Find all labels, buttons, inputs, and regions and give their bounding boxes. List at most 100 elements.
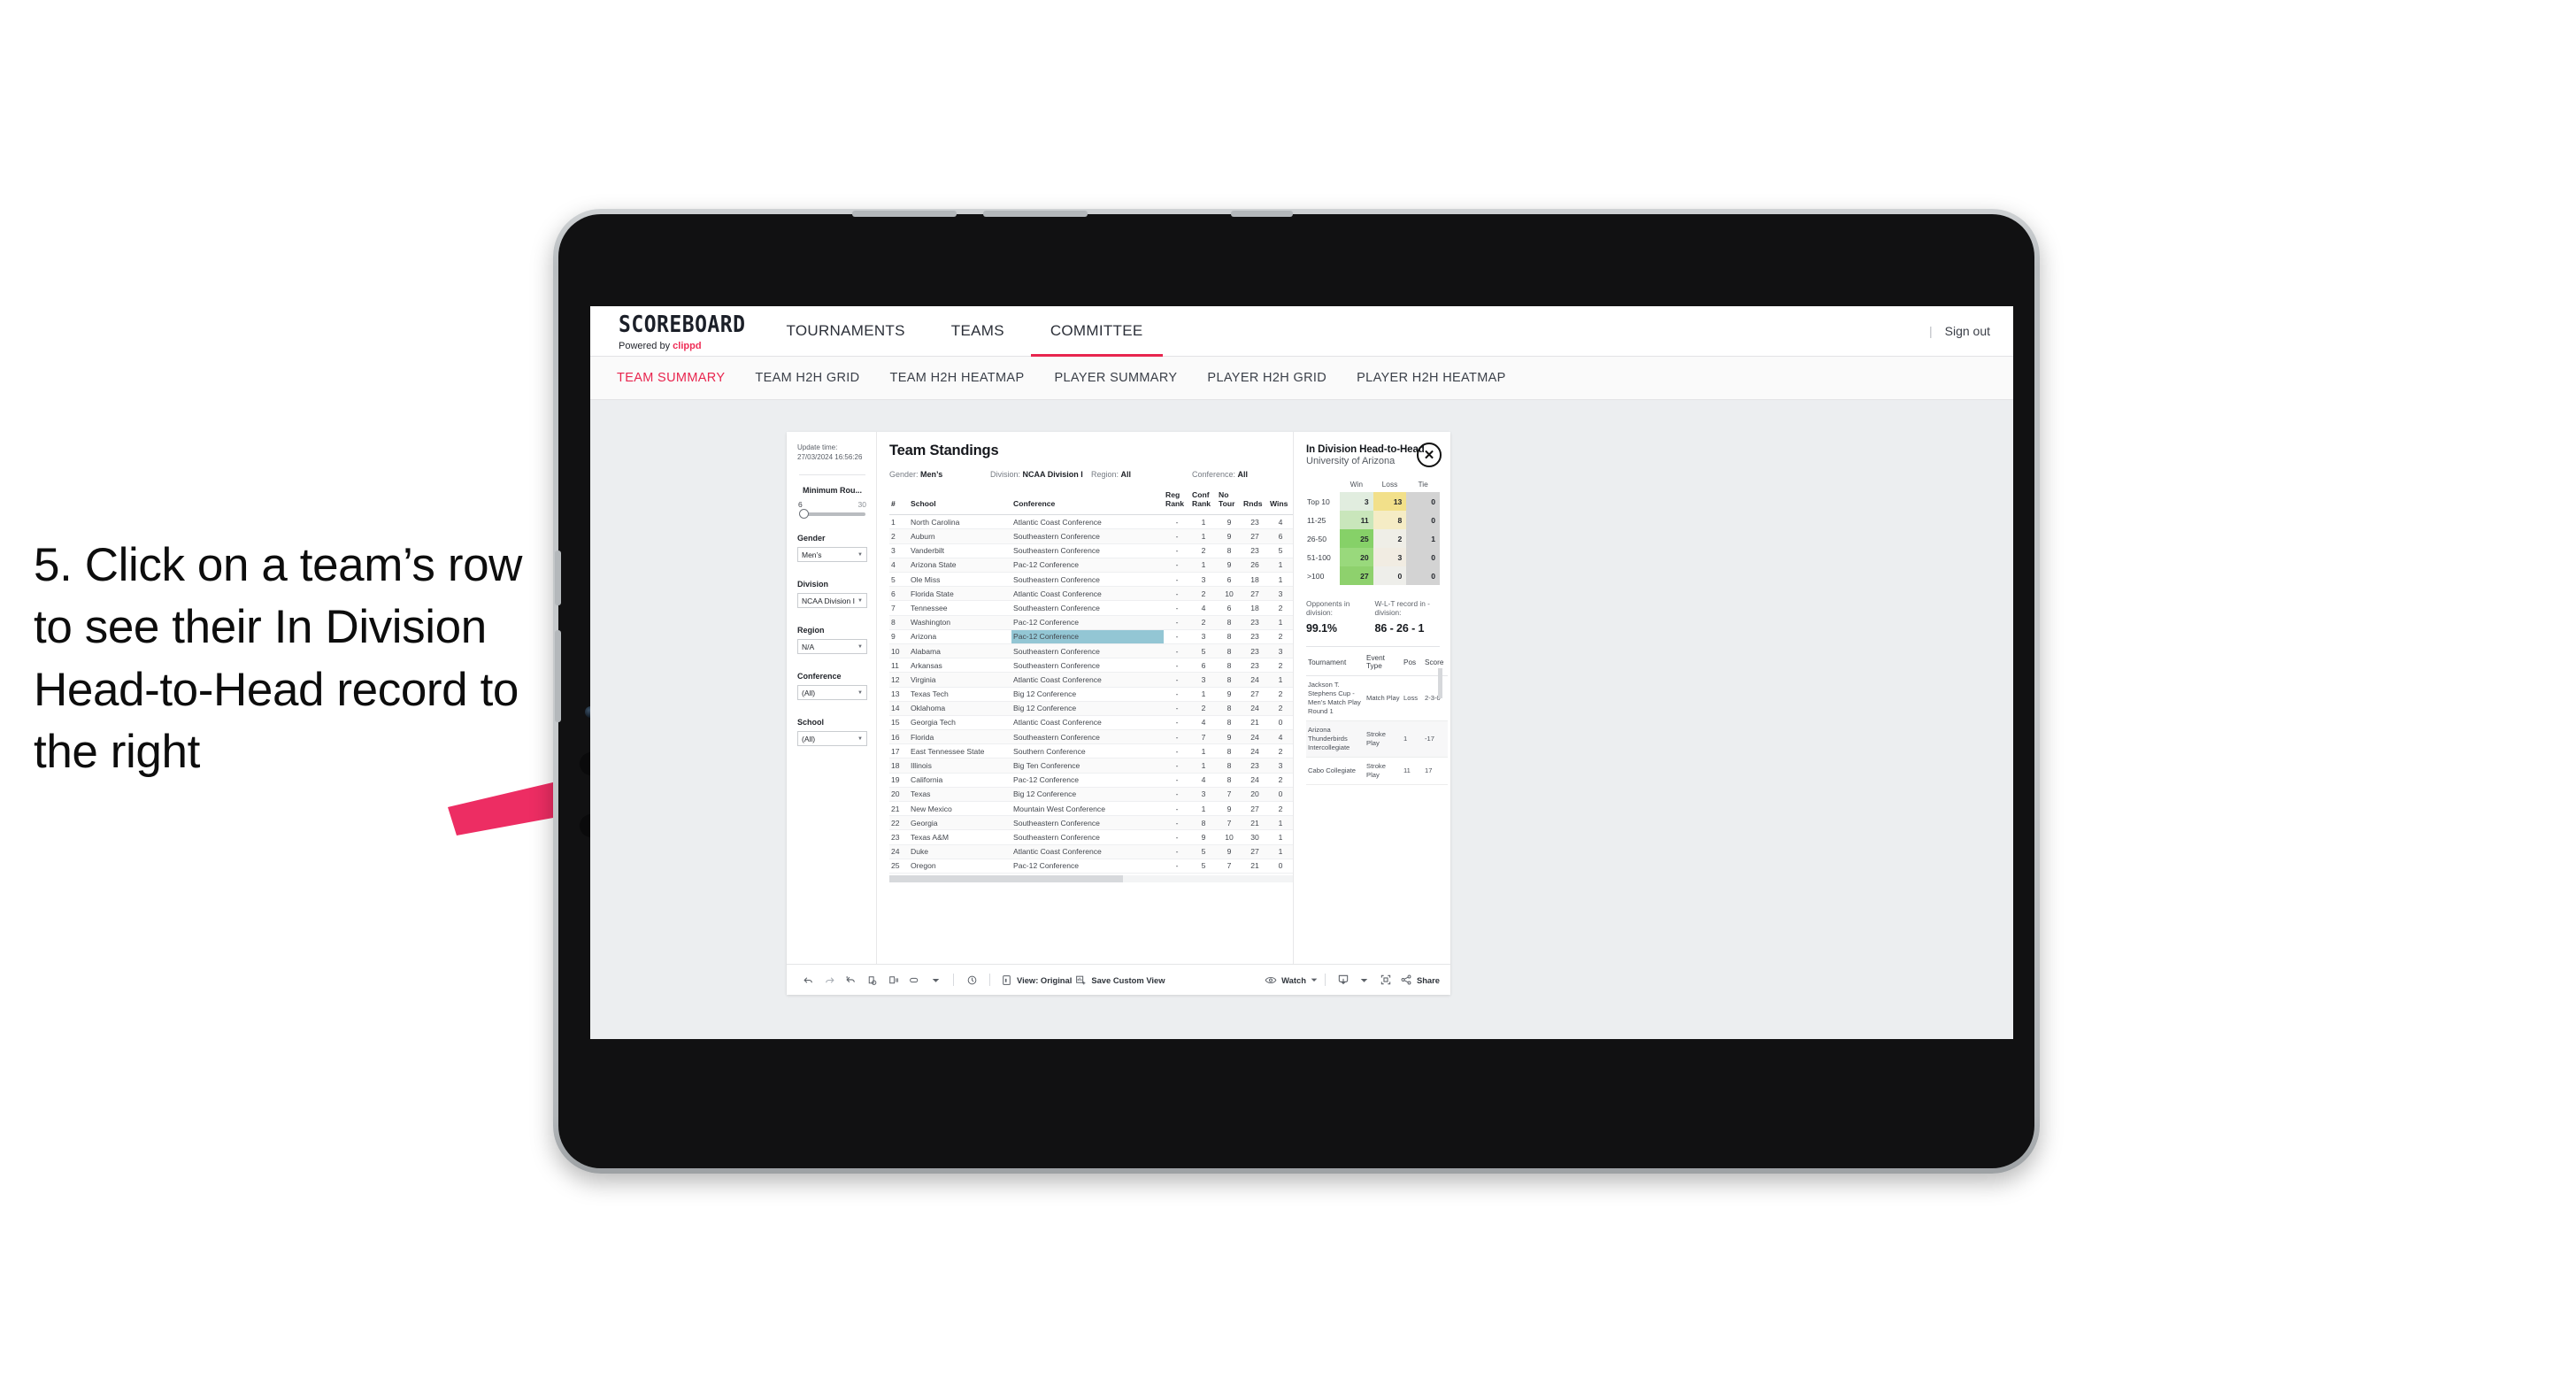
brand-logo[interactable]: SCOREBOARD Powered by clippd [590,306,763,356]
standings-horizontal-scrollbar[interactable] [889,874,1293,882]
heatmap-cell-tie[interactable]: 0 [1406,492,1440,511]
heatmap-cell-loss[interactable]: 2 [1373,529,1407,548]
undo-icon[interactable] [797,974,819,986]
division-select[interactable]: NCAA Division I ▼ [797,593,867,609]
table-row[interactable]: 6 Florida State Atlantic Coast Conference -… [889,586,1293,602]
table-row[interactable]: 13 Texas Tech Big 12 Conference -1 9 27 2 [889,687,1293,702]
watch-button[interactable]: Watch [1265,974,1318,986]
list-item[interactable]: Arizona Thunderbirds Intercollegiate Stro… [1306,720,1448,758]
col-reg-rank[interactable]: Reg Rank [1164,489,1190,516]
school-select[interactable]: (All) ▼ [797,731,867,747]
row-no-tour: 9 [1217,844,1242,859]
col-conf-rank[interactable]: Conf Rank [1190,489,1217,516]
table-row[interactable]: 19 California Pac-12 Conference -4 8 24 2 [889,773,1293,788]
table-row[interactable]: 1 North Carolina Atlantic Coast Conference… [889,514,1293,530]
row-rnds: 24 [1242,729,1268,745]
heatmap-cell-loss[interactable]: 0 [1373,566,1407,585]
row-conf-rank: 1 [1190,758,1217,774]
gender-select[interactable]: Men’s ▼ [797,547,867,563]
min-rounds-slider[interactable] [799,509,865,520]
save-custom-view-button[interactable]: Save Custom View [1075,974,1165,986]
min-rounds-slider-handle[interactable] [799,509,809,520]
revert-icon[interactable] [840,974,861,986]
table-row[interactable]: 23 Texas A&M Southeastern Conference -9 10 30… [889,829,1293,845]
heatmap-cell-tie[interactable]: 1 [1406,529,1440,548]
heatmap-cell-win[interactable]: 27 [1340,566,1373,585]
row-conf-rank: 6 [1190,658,1217,674]
col-school[interactable]: School [909,489,1011,516]
heatmap-cell-win[interactable]: 11 [1340,511,1373,529]
row-wins: 1 [1268,572,1293,588]
conference-select[interactable]: (All) ▼ [797,685,867,701]
summary-region: Region: All [1091,470,1192,479]
download-icon[interactable] [1333,974,1354,986]
col-no-tour[interactable]: No Tour [1217,489,1242,516]
heatmap-cell-loss[interactable]: 8 [1373,511,1407,529]
table-row[interactable]: 14 Oklahoma Big 12 Conference -2 8 24 2 [889,701,1293,716]
chevron-down-icon[interactable] [925,976,946,984]
tab-player-h2h-grid[interactable]: PLAYER H2H GRID [1207,371,1326,385]
chevron-down-icon[interactable] [1354,976,1375,984]
row-rnds: 18 [1242,572,1268,588]
table-row[interactable]: 4 Arizona State Pac-12 Conference -1 9 26 1 [889,558,1293,574]
heatmap-cell-tie[interactable]: 0 [1406,548,1440,566]
tab-player-summary[interactable]: PLAYER SUMMARY [1054,371,1177,385]
refresh-data-icon[interactable] [861,974,882,986]
table-row[interactable]: 16 Florida Southeastern Conference -7 9 24 4 [889,729,1293,745]
heatmap-cell-win[interactable]: 20 [1340,548,1373,566]
stat-wlt-key: W-L-T record in -division: [1374,599,1430,617]
heatmap-cell-win[interactable]: 3 [1340,492,1373,511]
table-row[interactable]: 10 Alabama Southeastern Conference -5 8 23 3 [889,643,1293,659]
nav-item-tournaments[interactable]: TOURNAMENTS [763,306,927,356]
row-reg-rank: - [1164,815,1190,831]
heatmap-cell-win[interactable]: 25 [1340,529,1373,548]
table-row[interactable]: 20 Texas Big 12 Conference -3 7 20 0 [889,787,1293,803]
row-rnds: 21 [1242,815,1268,831]
table-row[interactable]: 25 Oregon Pac-12 Conference -5 7 21 0 [889,859,1293,874]
tournament-scrollbar[interactable] [1438,668,1442,698]
tab-team-h2h-grid[interactable]: TEAM H2H GRID [755,371,859,385]
heatmap-cell-loss[interactable]: 3 [1373,548,1407,566]
row-conference: Mountain West Conference [1011,801,1164,817]
table-row[interactable]: 9 Arizona Pac-12 Conference -3 8 23 2 [889,629,1293,644]
table-row[interactable]: 7 Tennessee Southeastern Conference -4 6 18 2 [889,600,1293,616]
table-row[interactable]: 12 Virginia Atlantic Coast Conference -3 8 24… [889,672,1293,688]
table-row[interactable]: 22 Georgia Southeastern Conference -8 7 21 1 [889,815,1293,831]
nav-item-committee[interactable]: COMMITTEE [1027,306,1166,357]
redo-icon[interactable] [819,974,840,986]
row-conf-rank: 1 [1190,687,1217,702]
region-select[interactable]: N/A ▼ [797,639,867,655]
tab-player-h2h-heatmap[interactable]: PLAYER H2H HEATMAP [1357,371,1506,385]
col-rank[interactable]: # [889,489,909,516]
table-row[interactable]: 15 Georgia Tech Atlantic Coast Conference -… [889,715,1293,731]
table-row[interactable]: 11 Arkansas Southeastern Conference -6 8 23 2 [889,658,1293,674]
col-wins[interactable]: Wins [1268,489,1293,516]
table-row[interactable]: 21 New Mexico Mountain West Conference -1 9 2… [889,801,1293,817]
sign-out-link[interactable]: Sign out [1945,324,1990,338]
fullscreen-icon[interactable] [1375,974,1396,986]
highlight-icon[interactable] [904,974,925,986]
pause-auto-update-icon[interactable] [961,974,982,986]
view-original-button[interactable]: View: Original [1001,974,1072,986]
heatmap-cell-loss[interactable]: 13 [1373,492,1407,511]
share-button[interactable]: Share [1400,974,1440,986]
tab-team-h2h-heatmap[interactable]: TEAM H2H HEATMAP [890,371,1025,385]
list-item[interactable]: Cabo Collegiate Stroke Play 11 17 [1306,757,1448,786]
table-row[interactable]: 17 East Tennessee State Southern Conferenc… [889,743,1293,759]
heatmap-cell-tie[interactable]: 0 [1406,566,1440,585]
col-rnds[interactable]: Rnds [1242,489,1268,516]
table-row[interactable]: 18 Illinois Big Ten Conference -1 8 23 3 [889,758,1293,774]
row-reg-rank: - [1164,572,1190,588]
tab-team-summary[interactable]: TEAM SUMMARY [617,371,725,385]
table-row[interactable]: 2 Auburn Southeastern Conference -1 9 27 6 [889,528,1293,544]
col-conference[interactable]: Conference [1011,489,1164,516]
table-row[interactable]: 5 Ole Miss Southeastern Conference -3 6 18 1 [889,572,1293,588]
table-row[interactable]: 8 Washington Pac-12 Conference -2 8 23 1 [889,615,1293,630]
table-row[interactable]: 24 Duke Atlantic Coast Conference -5 9 27 1 [889,844,1293,859]
nav-item-teams[interactable]: TEAMS [928,306,1027,356]
table-row[interactable]: 3 Vanderbilt Southeastern Conference -2 8 23 5 [889,543,1293,558]
close-icon[interactable]: ✕ [1417,443,1442,467]
list-item[interactable]: Jackson T. Stephens Cup - Men’s Match Pl… [1306,675,1448,722]
pause-updates-icon[interactable] [882,974,904,986]
heatmap-cell-tie[interactable]: 0 [1406,511,1440,529]
